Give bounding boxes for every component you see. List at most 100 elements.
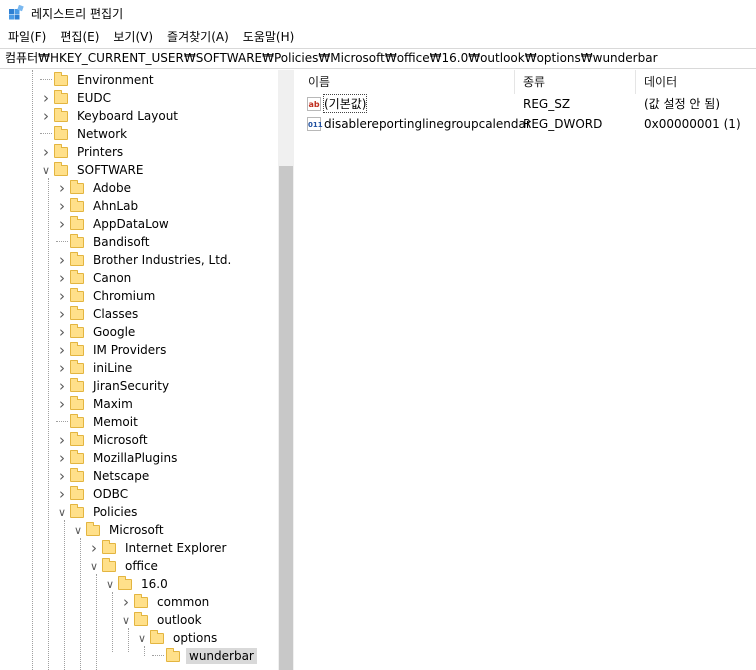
tree-node-label[interactable]: Printers [74,144,126,160]
tree-node[interactable]: ∨ options [136,629,220,647]
tree-node-label[interactable]: iniLine [90,360,135,376]
chevron-right-icon[interactable]: › [56,269,68,287]
tree-node[interactable]: › Classes [56,305,141,323]
tree-node[interactable]: › Google [56,323,138,341]
tree-node-label[interactable]: Microsoft [90,432,151,448]
tree-node-label[interactable]: Microsoft [106,522,167,538]
tree-scrollbar[interactable] [278,70,294,670]
chevron-right-icon[interactable]: › [56,323,68,341]
tree-node-label[interactable]: IM Providers [90,342,169,358]
tree-node[interactable]: ∨ Microsoft [72,521,167,539]
value-name[interactable]: disablereportinglinegroupcalendar [324,117,531,131]
chevron-right-icon[interactable]: › [56,449,68,467]
tree-node-label[interactable]: wunderbar [186,648,257,664]
chevron-down-icon[interactable]: ∨ [136,629,148,647]
menu-view[interactable]: 보기(V) [106,27,160,47]
tree-node[interactable]: › AhnLab [56,197,141,215]
chevron-right-icon[interactable]: › [56,485,68,503]
tree-node[interactable]: Environment [40,71,157,89]
tree-node-label[interactable]: AhnLab [90,198,141,214]
tree-node[interactable]: Bandisoft [56,233,152,251]
tree-node-label[interactable]: options [170,630,220,646]
tree-scrollbar-thumb[interactable] [279,166,293,670]
tree-node-label[interactable]: outlook [154,612,205,628]
tree-node-label[interactable]: Netscape [90,468,152,484]
tree-node-label[interactable]: Adobe [90,180,134,196]
chevron-right-icon[interactable]: › [40,143,52,161]
chevron-down-icon[interactable]: ∨ [88,557,100,575]
chevron-right-icon[interactable]: › [56,287,68,305]
tree-node[interactable]: ∨ office [88,557,161,575]
tree-node[interactable]: › Maxim [56,395,136,413]
tree-node-label[interactable]: Brother Industries, Ltd. [90,252,234,268]
tree-node-label[interactable]: Policies [90,504,140,520]
tree-node[interactable]: ∨ outlook [120,611,205,629]
tree-node-label[interactable]: Canon [90,270,134,286]
chevron-right-icon[interactable]: › [56,395,68,413]
tree-node[interactable]: › Internet Explorer [88,539,229,557]
column-data-header[interactable]: 데이터 [636,70,756,94]
tree-node-label[interactable]: Chromium [90,288,158,304]
tree-node-label[interactable]: Classes [90,306,141,322]
chevron-right-icon[interactable]: › [120,593,132,611]
tree-node-label[interactable]: AppDataLow [90,216,172,232]
tree-node[interactable]: › Adobe [56,179,134,197]
tree-node-label[interactable]: Memoit [90,414,141,430]
tree-node-label[interactable]: 16.0 [138,576,171,592]
tree-node[interactable]: Network [40,125,130,143]
value-name[interactable]: (기본값) [322,94,368,113]
tree-node-label[interactable]: JiranSecurity [90,378,172,394]
tree-node[interactable]: › Netscape [56,467,152,485]
tree-node[interactable]: › AppDataLow [56,215,172,233]
tree-node-label[interactable]: office [122,558,161,574]
tree-node[interactable]: › Keyboard Layout [40,107,181,125]
tree-node[interactable]: › Chromium [56,287,158,305]
tree-node-label[interactable]: EUDC [74,90,114,106]
tree-node[interactable]: › EUDC [40,89,114,107]
chevron-right-icon[interactable]: › [88,539,100,557]
chevron-right-icon[interactable]: › [56,467,68,485]
tree-node[interactable]: ∨ Policies [56,503,140,521]
tree-node-label[interactable]: Network [74,126,130,142]
chevron-down-icon[interactable]: ∨ [120,611,132,629]
tree-node-label[interactable]: Maxim [90,396,136,412]
chevron-right-icon[interactable]: › [56,359,68,377]
tree-node-label[interactable]: ODBC [90,486,131,502]
tree-node[interactable]: ∨ SOFTWARE [40,161,146,179]
chevron-right-icon[interactable]: › [56,197,68,215]
tree-node[interactable]: › ODBC [56,485,131,503]
tree-node[interactable]: › MozillaPlugins [56,449,180,467]
tree-node-label[interactable]: common [154,594,212,610]
chevron-right-icon[interactable]: › [56,305,68,323]
tree-node-label[interactable]: Internet Explorer [122,540,229,556]
tree-node-label[interactable]: Bandisoft [90,234,152,250]
value-row[interactable]: 011 disablereportinglinegroupcalendar RE… [300,114,756,133]
tree-node[interactable]: › iniLine [56,359,135,377]
tree-node-label[interactable]: Google [90,324,138,340]
menu-edit[interactable]: 편집(E) [53,27,106,47]
tree-node[interactable]: › Printers [40,143,126,161]
menu-help[interactable]: 도움말(H) [236,27,302,47]
tree-node[interactable]: › JiranSecurity [56,377,172,395]
tree-node[interactable]: › IM Providers [56,341,169,359]
tree-node-label[interactable]: Environment [74,72,157,88]
chevron-right-icon[interactable]: › [56,377,68,395]
chevron-right-icon[interactable]: › [40,89,52,107]
chevron-right-icon[interactable]: › [56,431,68,449]
chevron-down-icon[interactable]: ∨ [40,161,52,179]
tree-node[interactable]: › Microsoft [56,431,151,449]
column-type-header[interactable]: 종류 [515,70,636,94]
chevron-right-icon[interactable]: › [56,215,68,233]
registry-tree[interactable]: Environment › EUDC › Keyboard Layout Network ›… [0,70,294,670]
tree-node[interactable]: wunderbar [152,647,257,665]
tree-node[interactable]: › common [120,593,212,611]
chevron-right-icon[interactable]: › [56,341,68,359]
menu-file[interactable]: 파일(F) [1,27,53,47]
chevron-down-icon[interactable]: ∨ [56,503,68,521]
chevron-down-icon[interactable]: ∨ [104,575,116,593]
chevron-right-icon[interactable]: › [56,179,68,197]
tree-node-label[interactable]: MozillaPlugins [90,450,180,466]
chevron-right-icon[interactable]: › [56,251,68,269]
column-name-header[interactable]: 이름 [300,70,515,94]
chevron-right-icon[interactable]: › [40,107,52,125]
